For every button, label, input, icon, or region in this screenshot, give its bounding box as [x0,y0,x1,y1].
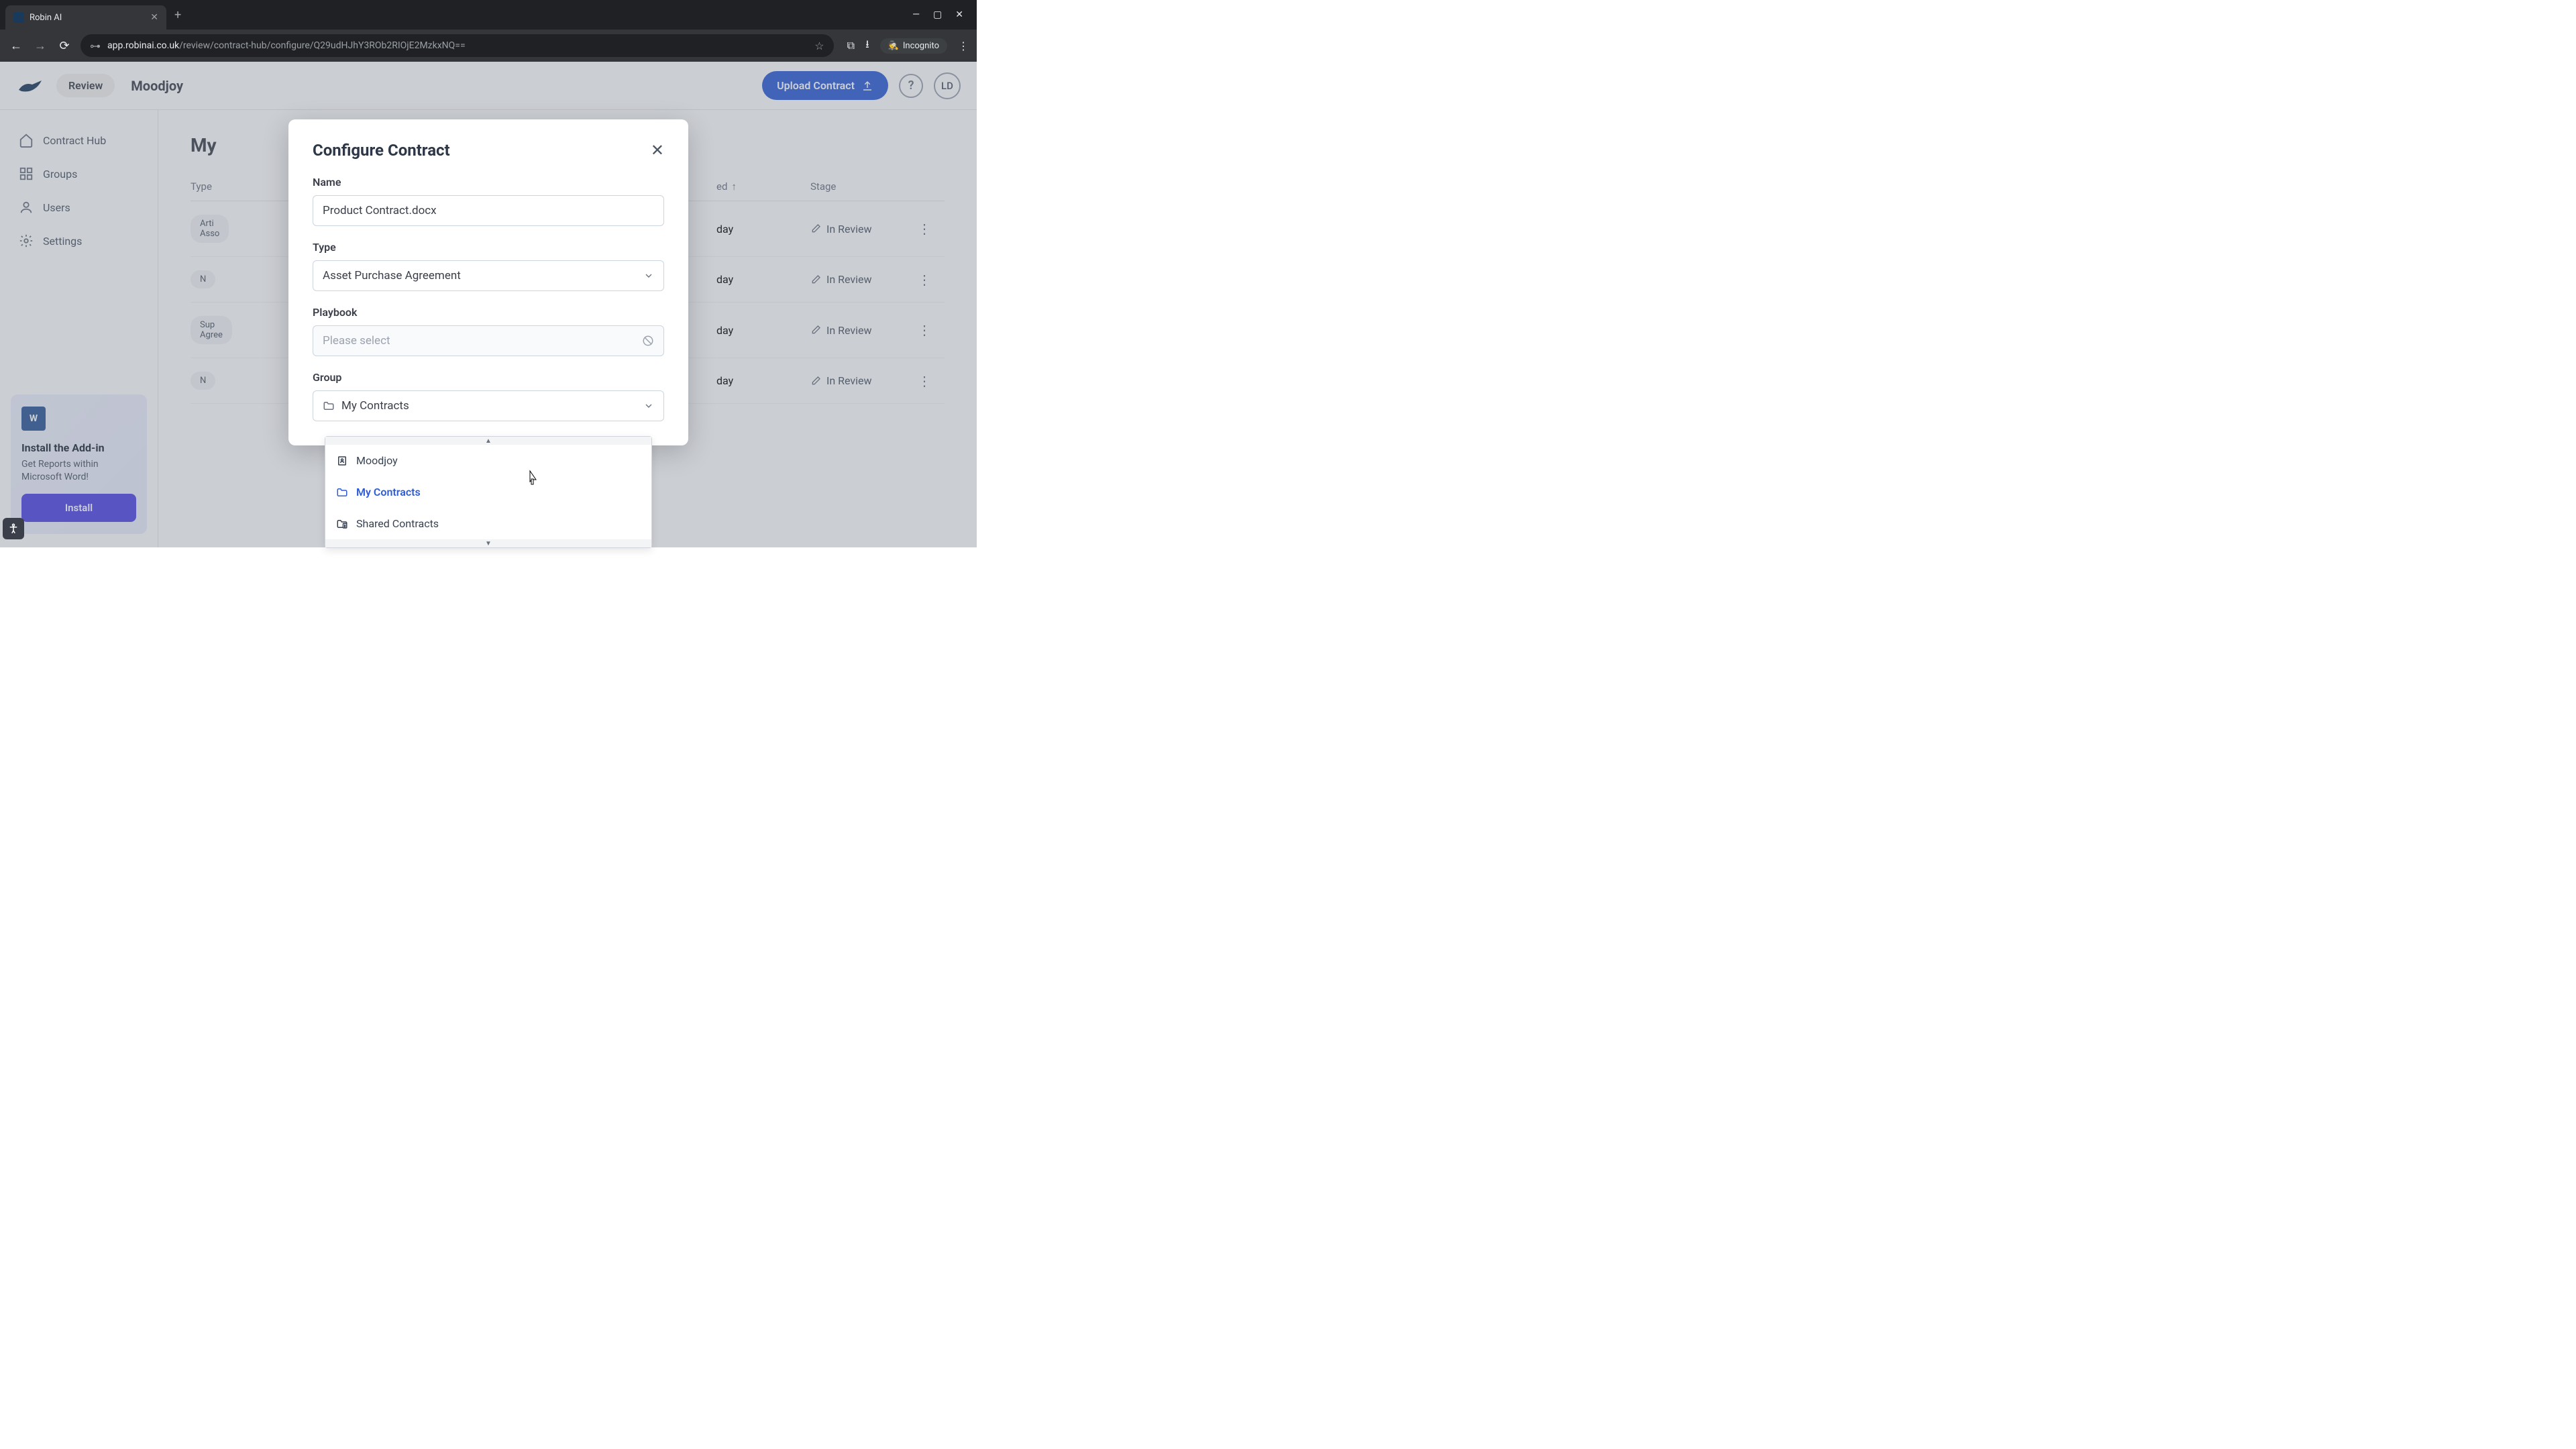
dropdown-option-label: Moodjoy [356,454,398,467]
modal-title: Configure Contract [313,141,450,160]
accessibility-icon [7,523,19,535]
group-dropdown: ▲ Moodjoy My Contracts Shared Contracts … [325,436,652,548]
shared-icon [336,518,348,530]
url-text: app.robinai.co.uk/review/contract-hub/co… [107,40,466,51]
forward-button[interactable]: → [32,39,48,53]
incognito-icon: 🕵 [888,41,899,51]
url-bar[interactable]: ⊶ app.robinai.co.uk/review/contract-hub/… [80,34,834,57]
group-select[interactable]: My Contracts [313,390,664,421]
type-label: Type [313,241,664,254]
reload-button[interactable]: ⟳ [56,39,72,53]
bookmark-icon[interactable]: ☆ [814,40,824,52]
type-select[interactable]: Asset Purchase Agreement [313,260,664,291]
incognito-badge[interactable]: 🕵 Incognito [880,38,947,54]
browser-chrome: Robin AI ✕ + — ▢ ✕ ← → ⟳ ⊶ app.robinai.c… [0,0,977,62]
chevron-down-icon [643,270,654,281]
dropdown-option[interactable]: My Contracts [325,476,651,508]
address-bar: ← → ⟳ ⊶ app.robinai.co.uk/review/contrac… [0,30,977,62]
modal-close-button[interactable]: ✕ [651,141,664,160]
group-value: My Contracts [341,399,409,413]
site-info-icon[interactable]: ⊶ [90,40,101,52]
dropdown-option-label: Shared Contracts [356,517,439,530]
dropdown-option[interactable]: Shared Contracts [325,508,651,539]
name-label: Name [313,176,664,189]
disabled-icon [642,335,654,347]
browser-tab[interactable]: Robin AI ✕ [5,5,166,30]
back-button[interactable]: ← [8,39,24,53]
org-icon [336,455,348,467]
playbook-label: Playbook [313,306,664,319]
group-label: Group [313,371,664,384]
minimize-icon[interactable]: — [912,9,920,20]
extensions-icon[interactable]: ⧉ [847,39,855,52]
downloads-icon[interactable]: ⭳ [865,37,869,55]
configure-contract-modal: Configure Contract ✕ Name Type Asset Pur… [288,119,688,445]
name-input[interactable] [313,195,664,226]
tab-title: Robin AI [30,13,145,23]
close-window-icon[interactable]: ✕ [955,9,963,20]
chevron-down-icon [643,400,654,411]
playbook-select: Please select [313,325,664,356]
menu-icon[interactable]: ⋮ [958,40,969,52]
tab-favicon [13,12,24,23]
dropdown-scroll-up[interactable]: ▲ [325,437,651,445]
incognito-label: Incognito [903,41,939,51]
dropdown-scroll-down[interactable]: ▼ [325,539,651,547]
type-value: Asset Purchase Agreement [323,269,461,282]
tab-bar: Robin AI ✕ + — ▢ ✕ [0,0,977,30]
folder-icon [336,486,348,498]
maximize-icon[interactable]: ▢ [933,9,942,20]
accessibility-badge[interactable] [3,518,24,539]
tab-close-icon[interactable]: ✕ [150,12,158,23]
playbook-placeholder: Please select [323,334,390,347]
dropdown-option-label: My Contracts [356,486,421,498]
new-tab-button[interactable]: + [174,8,181,22]
dropdown-option[interactable]: Moodjoy [325,445,651,476]
window-controls: — ▢ ✕ [912,9,971,20]
folder-icon [323,400,335,412]
